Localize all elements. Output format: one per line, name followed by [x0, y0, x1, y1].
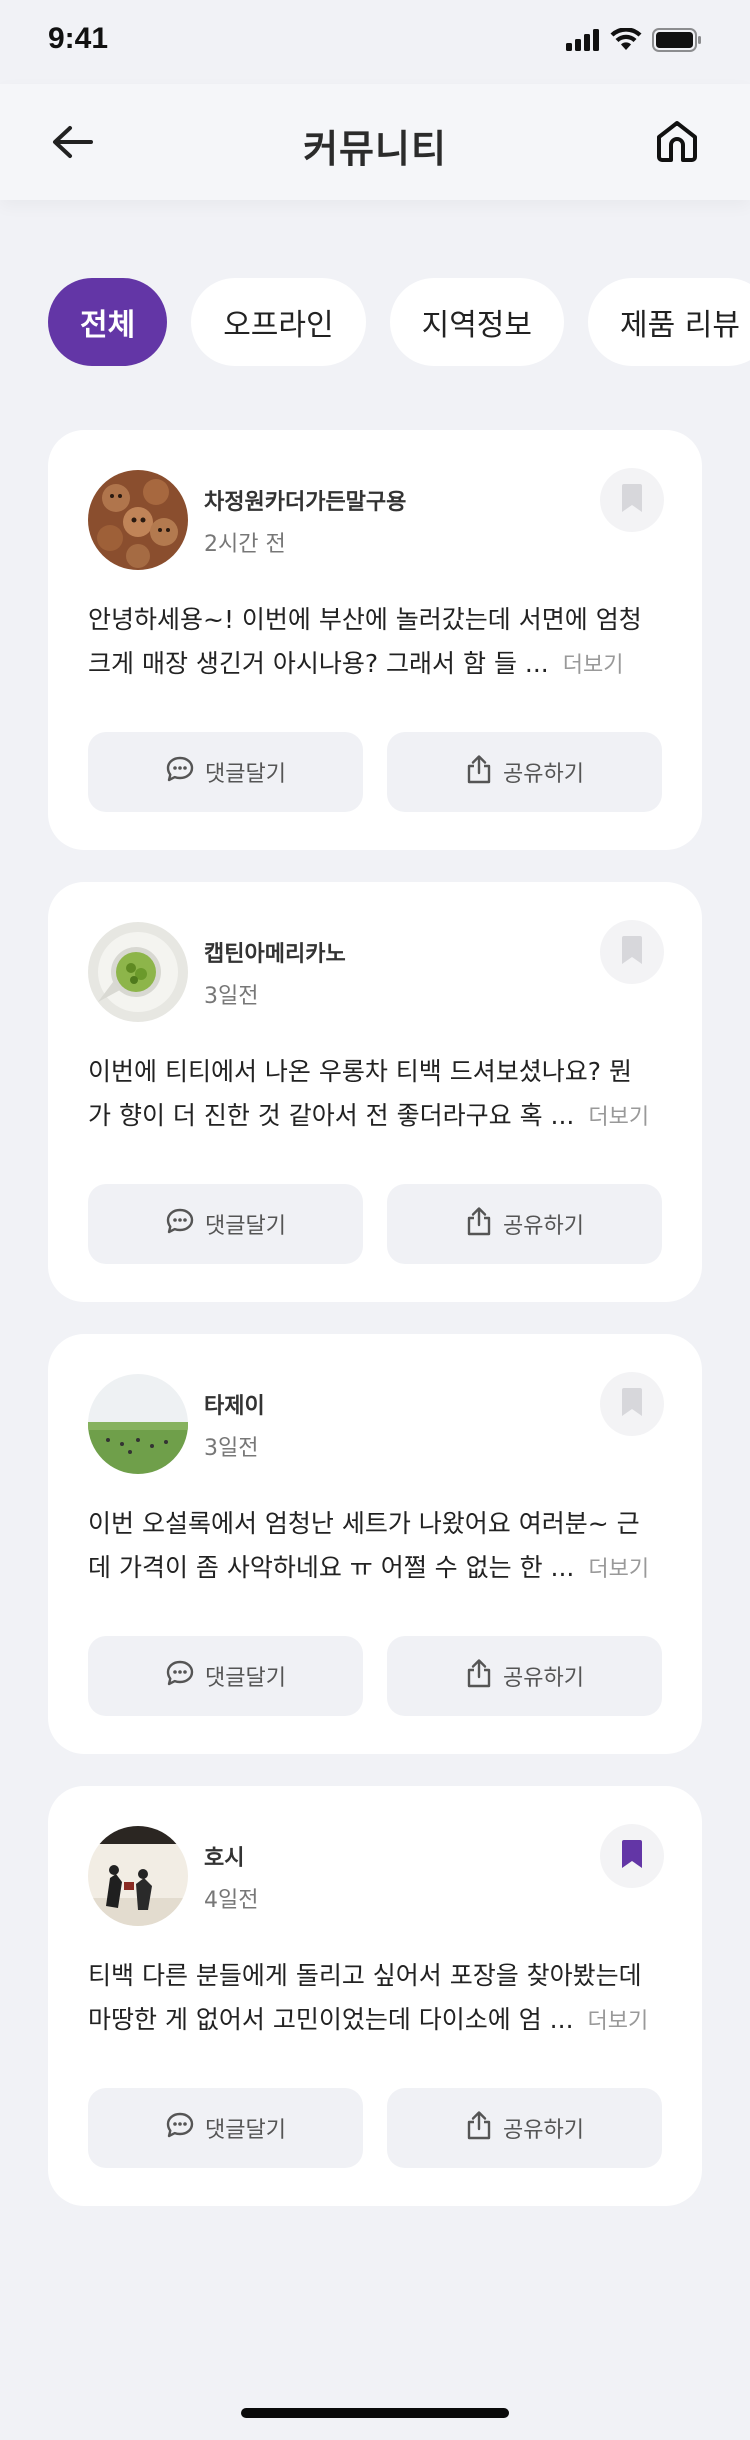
tab-all[interactable]: 전체: [48, 278, 168, 366]
wifi-icon: [610, 27, 642, 56]
post-text-line: 마땅한 게 없어서 고민이었는데 다이소에 엄 ... 더보기: [88, 1998, 648, 2044]
comment-button[interactable]: 댓글달기: [88, 732, 363, 812]
home-button[interactable]: [652, 118, 702, 168]
app-header: 커뮤니티: [0, 84, 750, 200]
post-card[interactable]: 차정원카더가든말구용 2시간 전 안녕하세용~! 이번에 부산에 놀러갔는데 서…: [48, 430, 702, 850]
share-button[interactable]: 공유하기: [387, 1184, 662, 1264]
more-link[interactable]: 더보기: [588, 2009, 649, 2034]
share-label: 공유하기: [503, 762, 584, 787]
author-name[interactable]: 차정원카더가든말구용: [204, 484, 406, 516]
post-actions: 댓글달기 공유하기: [88, 1184, 662, 1264]
avatar[interactable]: [88, 1374, 188, 1474]
page-title: 커뮤니티: [303, 127, 447, 171]
speech-bubble-icon: [165, 755, 195, 789]
share-button[interactable]: 공유하기: [387, 1636, 662, 1716]
bookmark-icon: [621, 936, 643, 968]
bookmark-icon: [621, 1388, 643, 1420]
more-link[interactable]: 더보기: [588, 1105, 649, 1130]
share-icon: [465, 754, 493, 790]
share-icon: [465, 2110, 493, 2146]
tab-product-review[interactable]: 제품 리뷰: [588, 278, 750, 366]
more-link[interactable]: 더보기: [563, 653, 624, 678]
bookmark-button[interactable]: [600, 1824, 664, 1888]
post-card[interactable]: 타제이 3일전 이번 오설록에서 엄청난 세트가 나왔어요 여러분~ 근 데 가…: [48, 1334, 702, 1754]
comment-button[interactable]: 댓글달기: [88, 1636, 363, 1716]
comment-button[interactable]: 댓글달기: [88, 1184, 363, 1264]
bookmark-filled-icon: [621, 1840, 643, 1872]
signal-icon: [566, 29, 600, 55]
bookmark-button[interactable]: [600, 920, 664, 984]
tab-local-info[interactable]: 지역정보: [389, 278, 565, 366]
post-card[interactable]: 호시 4일전 티백 다른 분들에게 돌리고 싶어서 포장을 찾아봤는데 마땅한 …: [48, 1786, 702, 2206]
avatar[interactable]: [88, 922, 188, 1022]
avatar[interactable]: [88, 470, 188, 570]
status-icons: [566, 27, 702, 56]
post-text-line: 가 향이 더 진한 것 같아서 전 좋더라구요 혹 ... 더보기: [88, 1094, 649, 1140]
share-button[interactable]: 공유하기: [387, 732, 662, 812]
comment-label: 댓글달기: [205, 1214, 286, 1239]
post-text-line: 이번 오설록에서 엄청난 세트가 나왔어요 여러분~ 근: [88, 1509, 640, 1538]
comment-label: 댓글달기: [205, 1666, 286, 1691]
share-icon: [465, 1658, 493, 1694]
share-label: 공유하기: [503, 1214, 584, 1239]
post-text-line: 안녕하세용~! 이번에 부산에 놀러갔는데 서면에 엄청: [88, 605, 642, 634]
post-text-line-content: 데 가격이 좀 사악하네요 ㅠ 어쩔 수 없는 한 ...: [88, 1553, 575, 1582]
status-bar: 9:41: [0, 0, 750, 84]
share-label: 공유하기: [503, 2118, 584, 2143]
share-icon: [465, 1206, 493, 1242]
more-link[interactable]: 더보기: [588, 1557, 649, 1582]
bookmark-icon: [621, 484, 643, 516]
speech-bubble-icon: [165, 1207, 195, 1241]
post-card[interactable]: 캡틴아메리카노 3일전 이번에 티티에서 나온 우롱차 티백 드셔보셨나요? 뭔…: [48, 882, 702, 1302]
community-screen: 9:41 커뮤니티 전체 오프라인 지역정보 제품 리뷰 차정원카더가든말구용 …: [0, 0, 750, 2440]
tab-offline[interactable]: 오프라인: [191, 278, 366, 366]
post-body[interactable]: 이번에 티티에서 나온 우롱차 티백 드셔보셨나요? 뭔 가 향이 더 진한 것…: [88, 1050, 649, 1140]
speech-bubble-icon: [165, 2111, 195, 2145]
post-text-line: 티백 다른 분들에게 돌리고 싶어서 포장을 찾아봤는데: [88, 1961, 642, 1990]
author-name[interactable]: 타제이: [204, 1388, 265, 1420]
post-time: 3일전: [204, 984, 259, 1009]
home-icon: [655, 119, 699, 167]
comment-label: 댓글달기: [205, 762, 286, 787]
home-indicator: [241, 2408, 509, 2418]
share-label: 공유하기: [503, 1666, 584, 1691]
status-time: 9:41: [48, 22, 109, 55]
post-body[interactable]: 티백 다른 분들에게 돌리고 싶어서 포장을 찾아봤는데 마땅한 게 없어서 고…: [88, 1954, 648, 2044]
post-time: 4일전: [204, 1888, 259, 1913]
post-body[interactable]: 이번 오설록에서 엄청난 세트가 나왔어요 여러분~ 근 데 가격이 좀 사악하…: [88, 1502, 649, 1592]
post-body[interactable]: 안녕하세용~! 이번에 부산에 놀러갔는데 서면에 엄청 크게 매장 생긴거 아…: [88, 598, 648, 688]
post-text-line-content: 가 향이 더 진한 것 같아서 전 좋더라구요 혹 ...: [88, 1101, 575, 1130]
share-button[interactable]: 공유하기: [387, 2088, 662, 2168]
avatar[interactable]: [88, 1826, 188, 1926]
comment-label: 댓글달기: [205, 2118, 286, 2143]
bookmark-button[interactable]: [600, 468, 664, 532]
category-tabs: 전체 오프라인 지역정보 제품 리뷰: [48, 278, 750, 366]
post-text-line-content: 크게 매장 생긴거 아시나용? 그래서 함 들 ...: [88, 649, 549, 678]
author-name[interactable]: 호시: [204, 1840, 244, 1872]
bookmark-button[interactable]: [600, 1372, 664, 1436]
post-text-line: 이번에 티티에서 나온 우롱차 티백 드셔보셨나요? 뭔: [88, 1057, 632, 1086]
post-text-line-content: 마땅한 게 없어서 고민이었는데 다이소에 엄 ...: [88, 2005, 574, 2034]
comment-button[interactable]: 댓글달기: [88, 2088, 363, 2168]
post-text-line: 데 가격이 좀 사악하네요 ㅠ 어쩔 수 없는 한 ... 더보기: [88, 1546, 649, 1592]
post-actions: 댓글달기 공유하기: [88, 732, 662, 812]
post-time: 2시간 전: [204, 532, 286, 557]
post-actions: 댓글달기 공유하기: [88, 1636, 662, 1716]
post-time: 3일전: [204, 1436, 259, 1461]
post-actions: 댓글달기 공유하기: [88, 2088, 662, 2168]
battery-icon: [652, 28, 702, 56]
author-name[interactable]: 캡틴아메리카노: [204, 936, 346, 968]
speech-bubble-icon: [165, 1659, 195, 1693]
post-text-line: 크게 매장 생긴거 아시나용? 그래서 함 들 ... 더보기: [88, 642, 648, 688]
